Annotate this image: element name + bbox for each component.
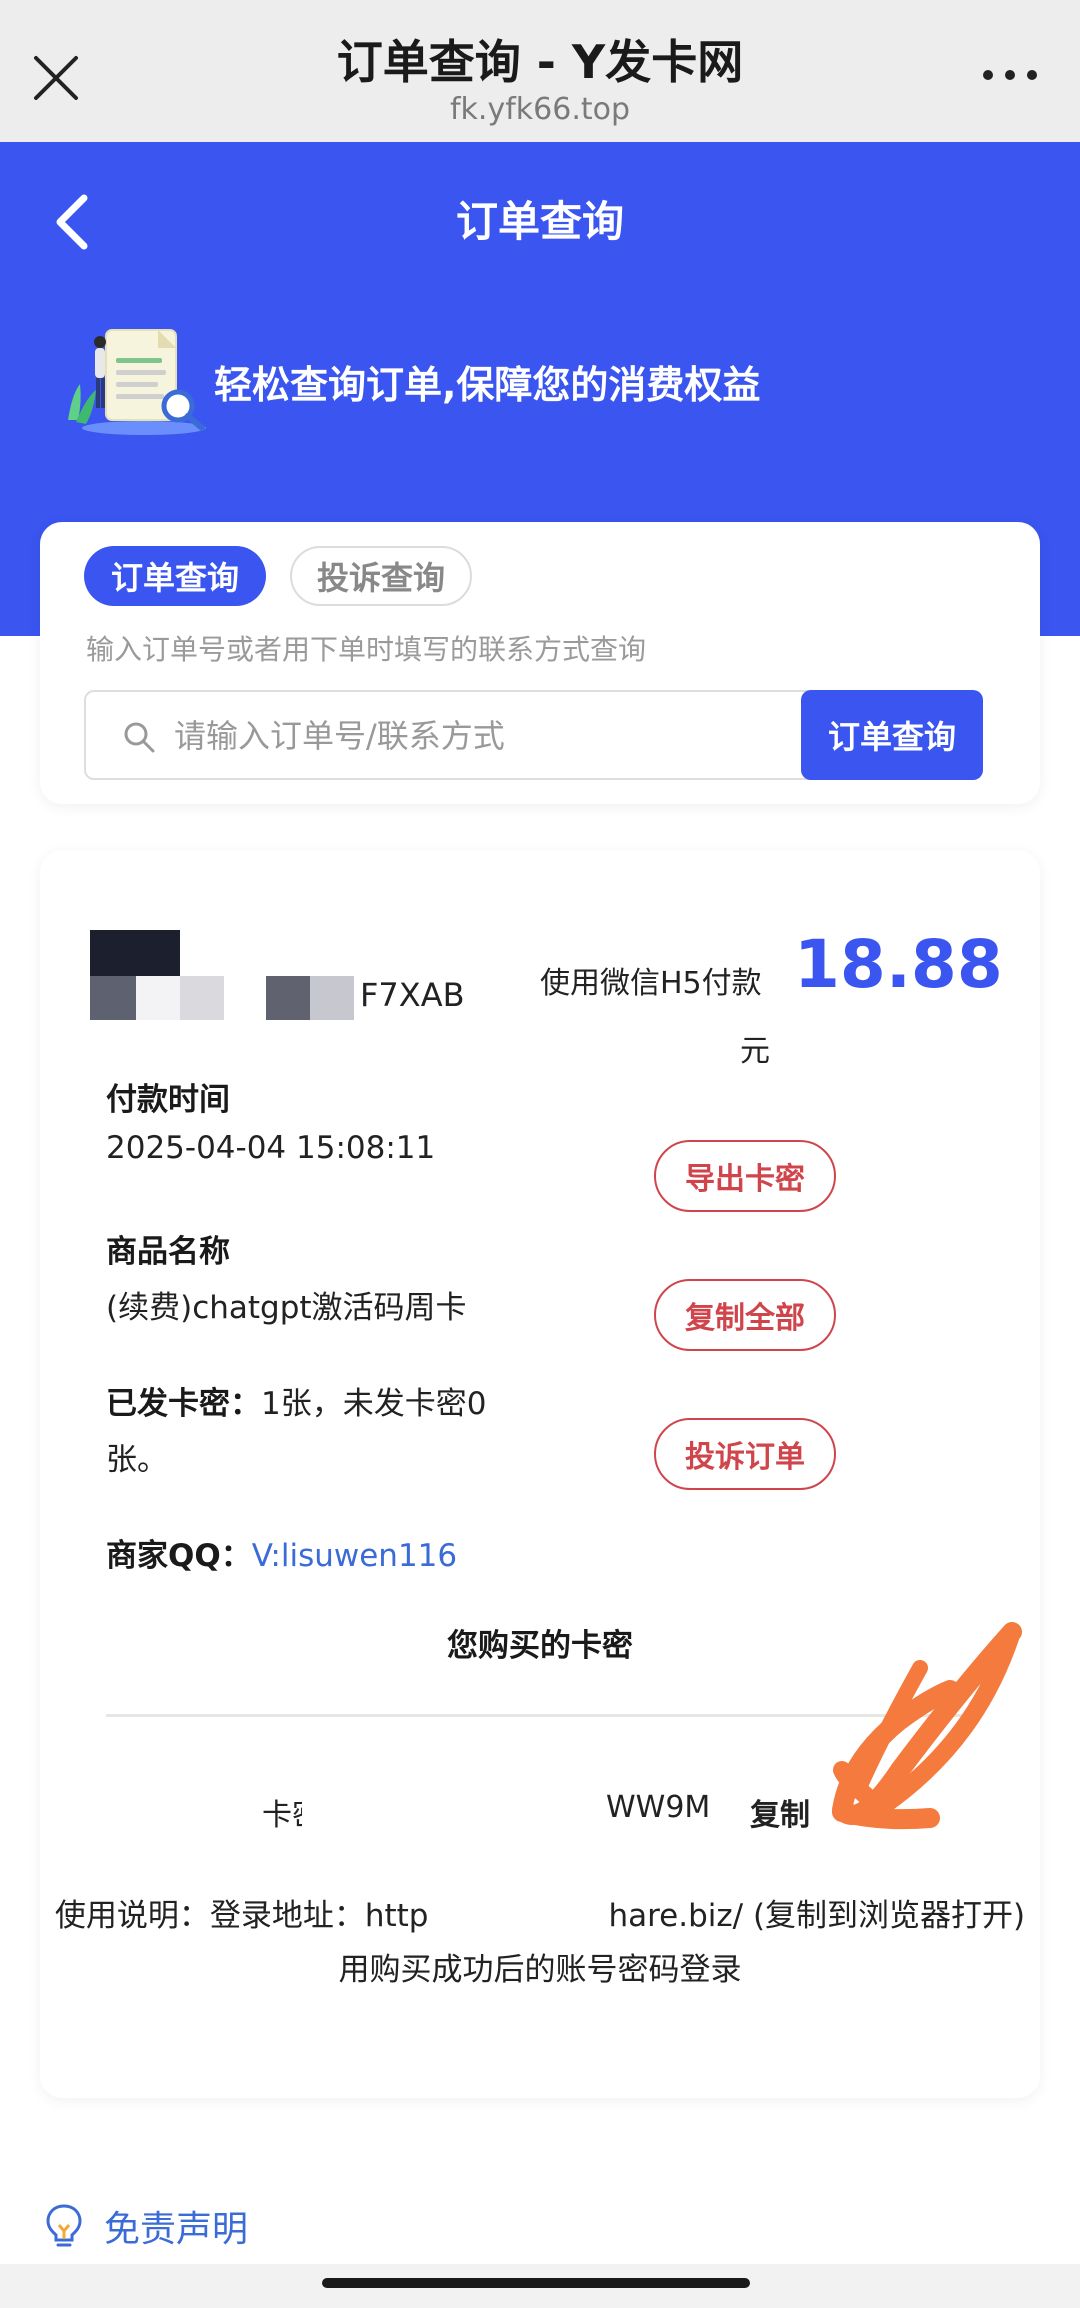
complain-order-button[interactable]: 投诉订单 bbox=[654, 1418, 836, 1490]
usage-instructions-line-2: 用购买成功后的账号密码登录 bbox=[338, 1952, 742, 1988]
order-result-card: F7XAB 使用微信H5付款 18.88 元 付款时间 2025-04-04 1… bbox=[40, 850, 1040, 2098]
home-indicator-bar bbox=[0, 2264, 1080, 2308]
pay-time-value: 2025-04-04 15:08:11 bbox=[106, 1130, 436, 1166]
usage-text-end: hare.biz/ (复制到浏览器打开) bbox=[608, 1898, 1026, 1934]
tab-order-query[interactable]: 订单查询 bbox=[84, 546, 266, 606]
lightbulb-icon bbox=[46, 2204, 82, 2247]
disclaimer-link[interactable]: 免责声明 bbox=[44, 2200, 248, 2252]
pay-method: 使用微信H5付款 bbox=[540, 966, 762, 1001]
more-icon[interactable] bbox=[980, 60, 1040, 90]
redacted-card-secret bbox=[302, 1780, 602, 1834]
home-indicator[interactable] bbox=[322, 2278, 750, 2288]
disclaimer-label: 免责声明 bbox=[104, 2209, 249, 2250]
search-box[interactable] bbox=[84, 690, 830, 780]
slogan: 轻松查询订单,保障您的消费权益 bbox=[214, 363, 761, 407]
usage-instructions: 使用说明：登录地址：http hare.biz/ (复制到浏览器打开) bbox=[40, 1890, 1040, 1935]
copy-all-button[interactable]: 复制全部 bbox=[654, 1279, 836, 1351]
pay-time-label: 付款时间 bbox=[106, 1082, 230, 1118]
browser-title: 订单查询 - Y发卡网 bbox=[336, 35, 744, 89]
document-search-illustration-icon bbox=[68, 329, 206, 435]
browser-top-bar: 订单查询 - Y发卡网 fk.yfk66.top bbox=[0, 0, 1080, 142]
currency-unit: 元 bbox=[740, 1034, 770, 1069]
order-query-button[interactable]: 订单查询 bbox=[801, 690, 983, 780]
order-amount: 18.88 bbox=[794, 926, 1003, 1003]
merchant-qq-label: 商家QQ： bbox=[106, 1538, 252, 1574]
product-name-label: 商品名称 bbox=[106, 1234, 230, 1270]
usage-text-start: 使用说明：登录地址：http bbox=[54, 1898, 429, 1934]
tab-complaint-query[interactable]: 投诉查询 bbox=[290, 546, 472, 606]
search-input[interactable] bbox=[174, 706, 814, 766]
divider bbox=[106, 1714, 974, 1717]
issued-cards-value: 1张，未发卡密0 bbox=[261, 1386, 487, 1422]
card-secret-value: WW9M bbox=[606, 1790, 711, 1825]
export-cards-button[interactable]: 导出卡密 bbox=[654, 1140, 836, 1212]
product-name-value: (续费)chatgpt激活码周卡 bbox=[106, 1290, 467, 1326]
issued-cards-label: 已发卡密： bbox=[106, 1386, 261, 1422]
query-card: 订单查询 投诉查询 输入订单号或者用下单时填写的联系方式查询 订单查询 bbox=[40, 522, 1040, 804]
browser-domain: fk.yfk66.top bbox=[449, 92, 631, 127]
merchant-qq-link[interactable]: V:lisuwen116 bbox=[252, 1538, 457, 1574]
copy-card-button[interactable]: 复制 bbox=[750, 1790, 810, 1834]
issued-cards-line: 已发卡密：1张，未发卡密0 bbox=[106, 1378, 486, 1423]
order-number: F7XAB bbox=[360, 976, 465, 1014]
purchased-cards-title: 您购买的卡密 bbox=[447, 1628, 633, 1664]
issued-cards-value-cont: 张。 bbox=[106, 1442, 168, 1478]
query-hint: 输入订单号或者用下单时填写的联系方式查询 bbox=[86, 633, 647, 666]
merchant-qq-line: 商家QQ：V:lisuwen116 bbox=[106, 1530, 457, 1575]
page-title: 订单查询 bbox=[455, 197, 624, 246]
search-icon bbox=[124, 722, 155, 753]
